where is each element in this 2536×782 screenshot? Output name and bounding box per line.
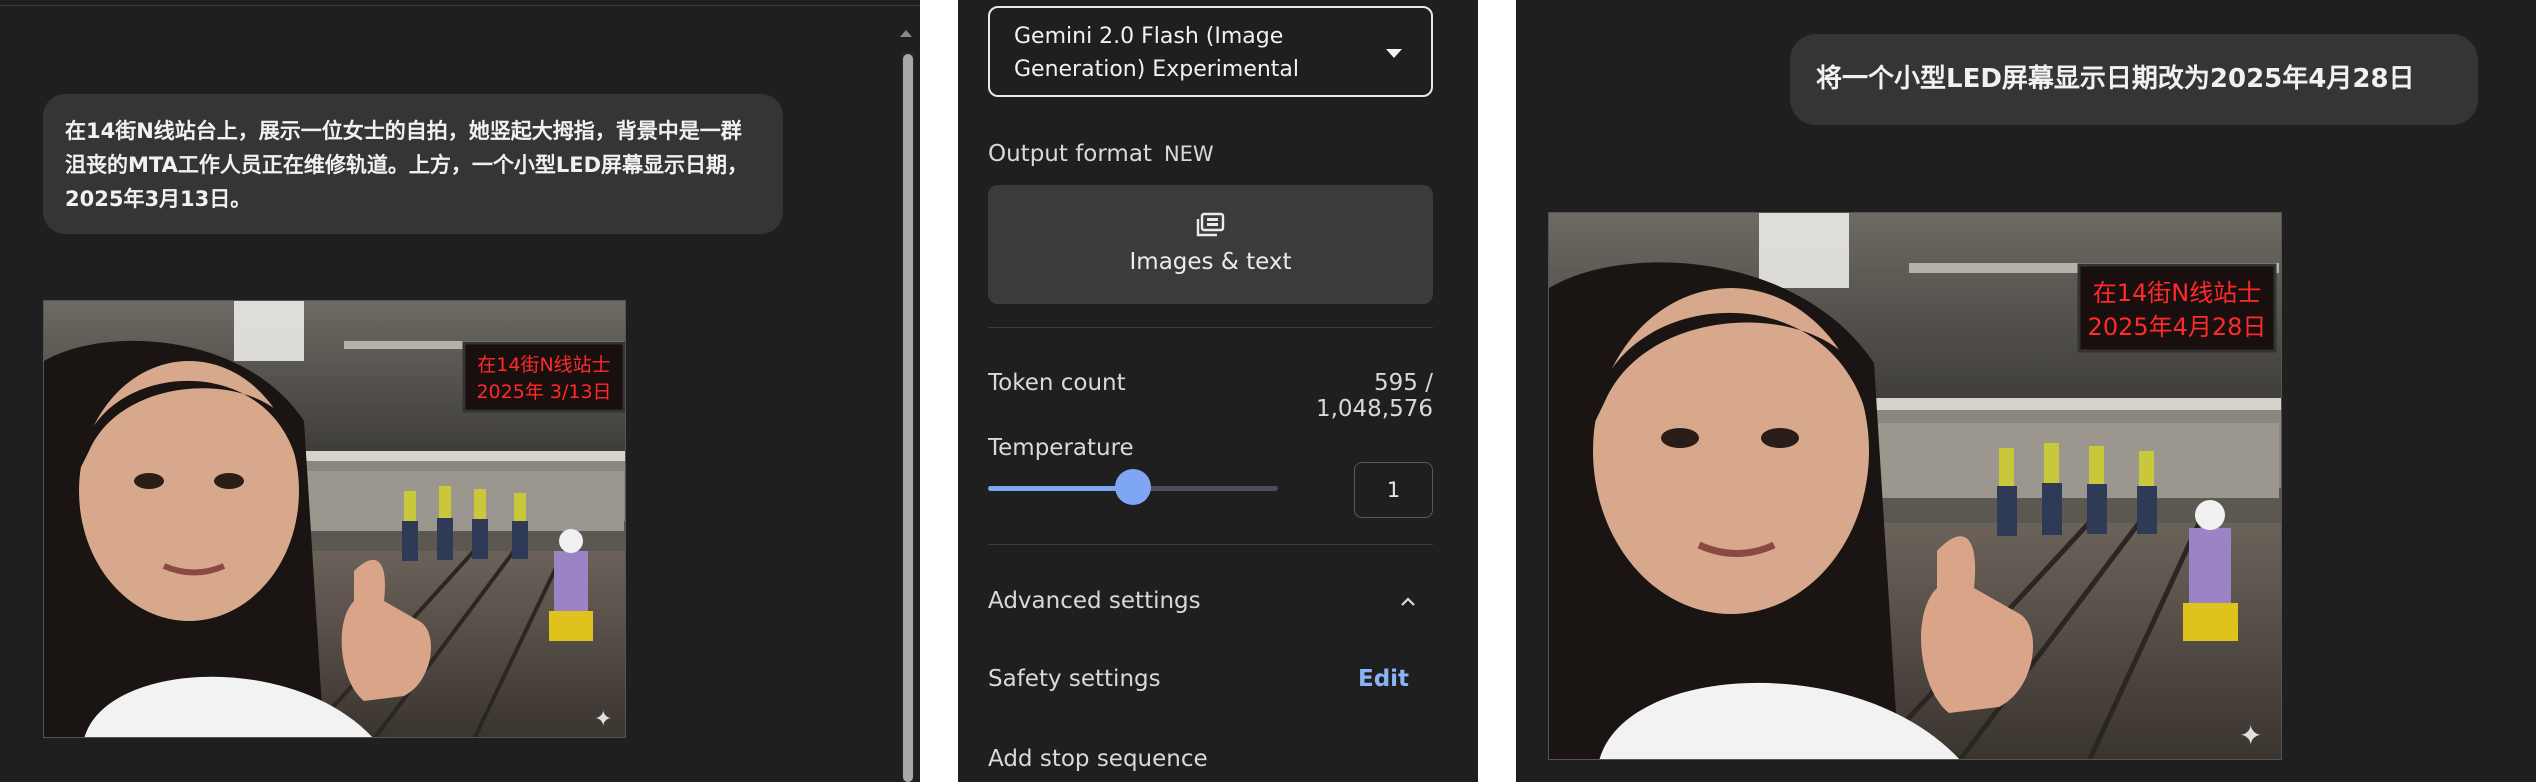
token-count-label: Token count	[988, 370, 1126, 396]
panel-gap	[1478, 0, 1516, 782]
led-sign-line1: 在14街N线站士	[477, 354, 610, 376]
user-prompt-bubble: 在14街N线站台上，展示一位女士的自拍，她竖起大拇指，背景中是一群沮丧的MTA工…	[43, 94, 783, 234]
generated-image[interactable]: 在14街N线站士 2025年 3/13日 ✦	[43, 300, 626, 738]
sparkle-icon: ✦	[594, 707, 612, 732]
safety-settings-label: Safety settings	[988, 666, 1161, 692]
user-prompt-text: 在14街N线站台上，展示一位女士的自拍，她竖起大拇指，背景中是一群沮丧的MTA工…	[65, 119, 748, 211]
led-sign-line2: 2025年4月28日	[2088, 313, 2267, 341]
token-count-value: 595 / 1,048,576	[1315, 370, 1433, 422]
model-selector[interactable]: Gemini 2.0 Flash (Image Generation) Expe…	[988, 6, 1433, 97]
image-gallery-icon	[1196, 212, 1225, 237]
new-badge: NEW	[1163, 142, 1214, 166]
images-and-text-button[interactable]: Images & text	[988, 185, 1433, 304]
user-prompt-bubble: 将一个小型LED屏幕显示日期改为2025年4月28日	[1790, 34, 2478, 125]
model-name: Gemini 2.0 Flash (Image Generation) Expe…	[1014, 24, 1300, 82]
chevron-up-icon[interactable]	[1398, 592, 1418, 612]
scrollbar-thumb[interactable]	[903, 54, 913, 782]
advanced-settings-label[interactable]: Advanced settings	[988, 588, 1201, 614]
images-and-text-label: Images & text	[1129, 249, 1292, 275]
temperature-label: Temperature	[988, 435, 1134, 461]
temperature-slider-thumb[interactable]	[1115, 469, 1151, 505]
temperature-input[interactable]: 1	[1354, 462, 1433, 518]
led-sign-line2: 2025年 3/13日	[476, 381, 611, 403]
top-divider	[0, 5, 920, 6]
temperature-slider-fill	[988, 486, 1133, 491]
panel-gap	[920, 0, 958, 782]
output-format-label: Output format NEW	[988, 141, 1214, 167]
user-prompt-text: 将一个小型LED屏幕显示日期改为2025年4月28日	[1816, 64, 2415, 94]
generated-image[interactable]: 在14街N线站士 2025年4月28日 ✦	[1548, 212, 2282, 760]
sparkle-icon: ✦	[2239, 719, 2262, 752]
settings-divider	[988, 327, 1433, 328]
safety-edit-button[interactable]: Edit	[1358, 666, 1409, 692]
settings-divider	[988, 544, 1433, 545]
scroll-up-arrow-icon[interactable]	[900, 30, 912, 37]
dropdown-caret-icon	[1386, 49, 1402, 58]
add-stop-sequence-label[interactable]: Add stop sequence	[988, 746, 1208, 772]
led-sign-line1: 在14街N线站士	[2093, 279, 2262, 307]
